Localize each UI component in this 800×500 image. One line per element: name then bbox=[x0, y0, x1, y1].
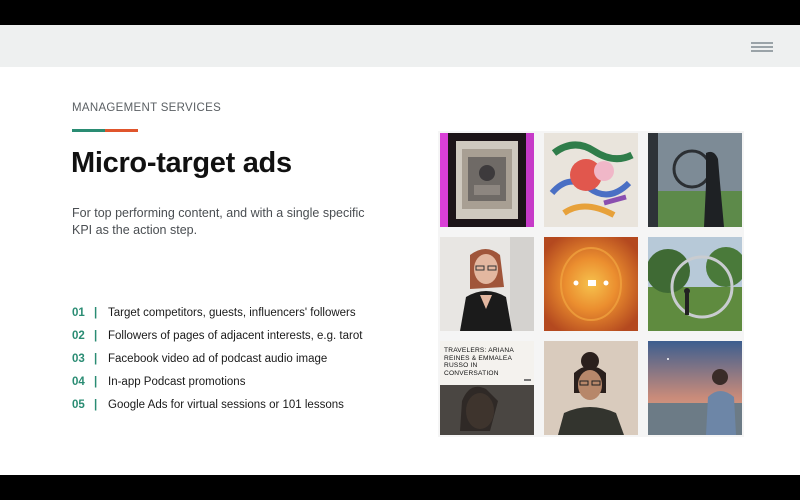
abstract-painting-photo bbox=[544, 133, 638, 227]
item-text: Target competitors, guests, influencers'… bbox=[108, 306, 356, 319]
list-item: 02 | Followers of pages of adjacent inte… bbox=[72, 324, 362, 347]
ring-sculpture-park-photo bbox=[648, 237, 742, 331]
slide-subtitle: For top performing content, and with a s… bbox=[72, 206, 365, 237]
accent-divider-teal bbox=[72, 129, 105, 132]
item-number: 04 bbox=[72, 375, 85, 388]
section-eyebrow: MANAGEMENT SERVICES bbox=[72, 102, 222, 114]
item-number: 05 bbox=[72, 398, 85, 411]
accent-divider bbox=[72, 129, 138, 132]
tile-caption: TRAVELERS: ARIANA REINES & EMMALEA RUSSO… bbox=[444, 347, 514, 377]
letterbox-top bbox=[0, 0, 800, 25]
list-item: 05 | Google Ads for virtual sessions or … bbox=[72, 393, 362, 416]
item-number: 03 bbox=[72, 352, 85, 365]
services-list: 01 | Target competitors, guests, influen… bbox=[72, 301, 362, 416]
item-separator: | bbox=[94, 329, 98, 342]
item-text: Facebook video ad of podcast audio image bbox=[108, 352, 328, 365]
slide-title: Micro-target ads bbox=[71, 147, 292, 179]
image-grid: TRAVELERS: ARIANA REINES & EMMALEA RUSSO… bbox=[438, 131, 744, 437]
presentation-slide: MANAGEMENT SERVICES Micro-target ads For… bbox=[0, 25, 800, 475]
item-number: 02 bbox=[72, 329, 85, 342]
item-separator: | bbox=[94, 306, 98, 319]
item-text: Google Ads for virtual sessions or 101 l… bbox=[108, 398, 344, 411]
orange-gradient-podcast-photo bbox=[544, 237, 638, 331]
list-item: 04 | In-app Podcast promotions bbox=[72, 370, 362, 393]
item-number: 01 bbox=[72, 306, 85, 319]
item-separator: | bbox=[94, 398, 98, 411]
woman-portrait-photo bbox=[544, 341, 638, 435]
top-bar bbox=[0, 25, 800, 67]
list-item: 03 | Facebook video ad of podcast audio … bbox=[72, 347, 362, 370]
item-separator: | bbox=[94, 352, 98, 365]
letterbox-bottom bbox=[0, 475, 800, 500]
travelers-conversation-title-photo: TRAVELERS: ARIANA REINES & EMMALEA RUSSO… bbox=[440, 341, 534, 435]
item-separator: | bbox=[94, 375, 98, 388]
silhouette-window-photo bbox=[648, 133, 742, 227]
beach-sunset-portrait-photo bbox=[648, 341, 742, 435]
hamburger-menu-icon[interactable] bbox=[751, 42, 773, 52]
framed-artwork-photo bbox=[440, 133, 534, 227]
woman-glasses-portrait-photo bbox=[440, 237, 534, 331]
accent-divider-orange bbox=[105, 129, 138, 132]
list-item: 01 | Target competitors, guests, influen… bbox=[72, 301, 362, 324]
item-text: Followers of pages of adjacent interests… bbox=[108, 329, 363, 342]
item-text: In-app Podcast promotions bbox=[108, 375, 246, 388]
